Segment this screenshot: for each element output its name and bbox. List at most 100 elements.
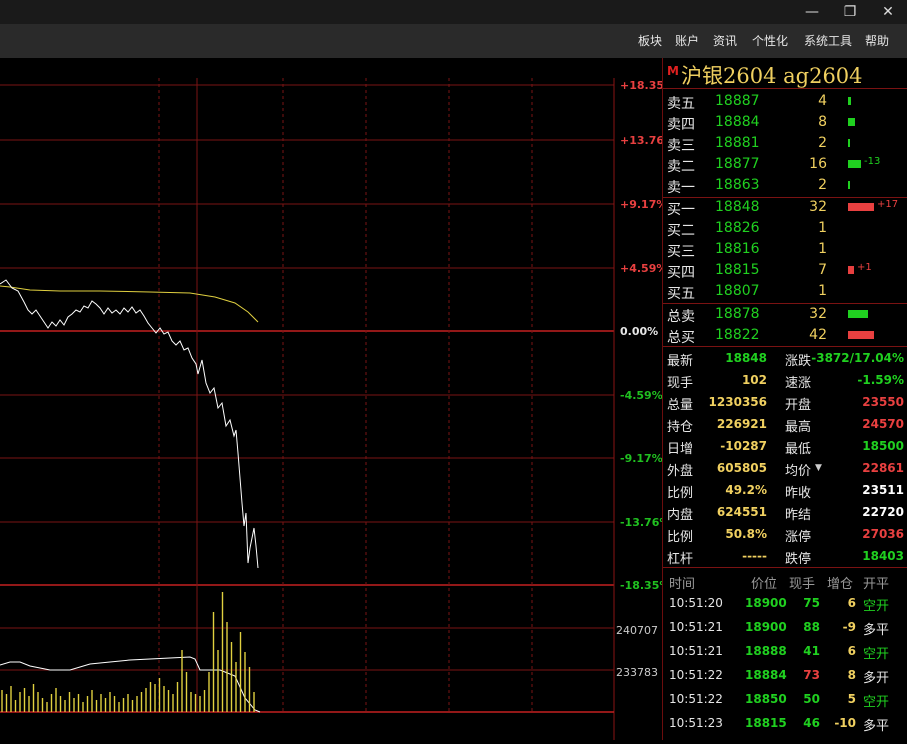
tick-price: 18900 [745,620,787,634]
tick-volume: 88 [803,620,820,634]
level-price: 18848 [715,199,760,215]
tick-row[interactable]: 10:51:23 18815 46 -10 多平 [663,712,907,735]
stat-value: 18403 [862,549,904,563]
stat-label: 总量 [667,398,694,413]
quote.bids-row[interactable]: 买一 18848 32 +17 [663,197,907,218]
tick-row[interactable]: 10:51:22 18884 73 8 多开 [663,664,907,687]
close-icon[interactable]: ✕ [874,2,902,22]
stat-value: 605805 [716,461,767,475]
tick-oi-change: -9 [842,620,856,634]
stat-label: 内盘 [667,508,694,523]
col-time: 时间 [669,577,696,592]
level-label: 卖五 [667,96,695,112]
depth-bar [848,139,850,147]
level-price: 18881 [715,135,760,151]
tick-oi-change: 6 [847,644,856,658]
level-volume: 7 [818,262,827,278]
level-label: 买五 [667,286,695,302]
stat-row: 最新 18848 涨跌 -3872/17.04% [663,347,907,369]
quote.asks-row[interactable]: 卖三 18881 2 [663,133,907,154]
tick-oi-change: 6 [847,596,856,610]
tick-row[interactable]: 10:51:21 18900 88 -9 多平 [663,616,907,639]
stat-label: 开盘 [785,398,812,413]
tick-type: 多开 [863,671,890,686]
stat-label: 涨跌 [785,354,812,369]
depth-bar [848,266,854,274]
total-price: 18878 [715,306,760,322]
depth-bar [848,181,850,189]
stat-value: 18500 [862,439,904,453]
level-label: 买二 [667,223,695,239]
tick-row[interactable]: 10:51:20 18900 75 6 空开 [663,592,907,615]
quote.bids-row[interactable]: 买四 18815 7 +1 [663,260,907,281]
level-volume: 32 [809,199,827,215]
stat-label: 涨停 [785,530,812,545]
intraday-chart[interactable]: +18.35% +13.76% +9.17% +4.59% 0.00% -4.59% -9.… [0,58,675,740]
quote.asks-row[interactable]: 卖四 18884 8 [663,112,907,133]
stat-value: 23511 [862,483,904,497]
percent-axis-label: -4.59% [620,389,662,402]
stat-value: -1.59% [857,373,904,387]
stat-value: 624551 [716,505,767,519]
stat-label: 现手 [667,376,694,391]
contract-title[interactable]: 沪银2604 ag2604 [681,60,863,90]
stat-value: 1230356 [708,395,767,409]
price-volume-chart[interactable]: +18.35% +13.76% +9.17% +4.59% 0.00% -4.59% -9.… [0,58,675,740]
stat-row: 比例 49.2% 昨收 23511 [663,479,907,501]
stat-label: 最新 [667,354,694,369]
menu-item-personalize[interactable]: 个性化 [752,32,788,49]
tick-row[interactable]: 10:51:22 18850 50 5 空开 [663,688,907,711]
tick-oi-change: -10 [834,716,856,730]
level-volume: 8 [818,114,827,130]
tick-type: 空开 [863,599,890,614]
tick-row[interactable]: 10:51:21 18888 41 6 空开 [663,640,907,663]
menu-item-system-tools[interactable]: 系统工具 [804,32,852,49]
depth-bar [848,160,861,168]
quote-header: M 沪银2604 ag2604 [663,58,907,88]
level-volume: 1 [818,241,827,257]
stat-label: 日增 [667,442,694,457]
level-volume: 2 [818,177,827,193]
stat-label: 最高 [785,420,812,435]
stat-label: 外盘 [667,464,694,479]
tick-price: 18850 [745,692,787,706]
stat-label: 杠杆 [667,552,694,567]
quote.bids-row[interactable]: 买五 18807 1 [663,281,907,302]
depth-bar [848,118,855,126]
menu-item-help[interactable]: 帮助 [865,32,889,49]
stat-value: 22861 [862,461,904,475]
level-price: 18816 [715,241,760,257]
tick-time: 10:51:21 [669,620,723,634]
stat-label: 均价 [785,464,812,479]
tick-oi-change: 8 [847,668,856,682]
percent-axis-label: +9.17% [620,198,662,211]
menu-item-sector[interactable]: 板块 [638,32,662,49]
level-label: 买四 [667,265,695,281]
quote.asks-row[interactable]: 卖一 18863 2 [663,175,907,196]
dropdown-arrow-icon[interactable]: ▼ [815,463,822,473]
tick-price: 18815 [745,716,787,730]
quote.bids-row[interactable]: 买二 18826 1 [663,218,907,239]
quote.asks-row[interactable]: 卖二 18877 16 -13 [663,154,907,175]
tick-time: 10:51:20 [669,596,723,610]
minimize-icon[interactable]: — [798,2,826,22]
stat-label: 昨收 [785,486,812,501]
level-label: 卖一 [667,180,695,196]
stat-value: 22720 [862,505,904,519]
stat-label: 最低 [785,442,812,457]
depth-bar [848,97,851,105]
quote.bids-row[interactable]: 买三 18816 1 [663,239,907,260]
depth-bar [848,203,874,211]
level-label: 买一 [667,202,695,218]
level-price: 18877 [715,156,760,172]
tick-time: 10:51:23 [669,716,723,730]
main-contract-marker: M [667,64,679,78]
quote.asks-row[interactable]: 卖五 18887 4 [663,91,907,112]
total-label: 总卖 [667,309,695,325]
menu-item-account[interactable]: 账户 [675,32,699,49]
restore-icon[interactable]: ❐ [836,2,864,22]
menu-item-news[interactable]: 资讯 [713,32,737,49]
depth-change: +1 [857,262,872,273]
percent-axis-label: 0.00% [620,325,658,338]
stat-value: -3872/17.04% [811,351,904,365]
